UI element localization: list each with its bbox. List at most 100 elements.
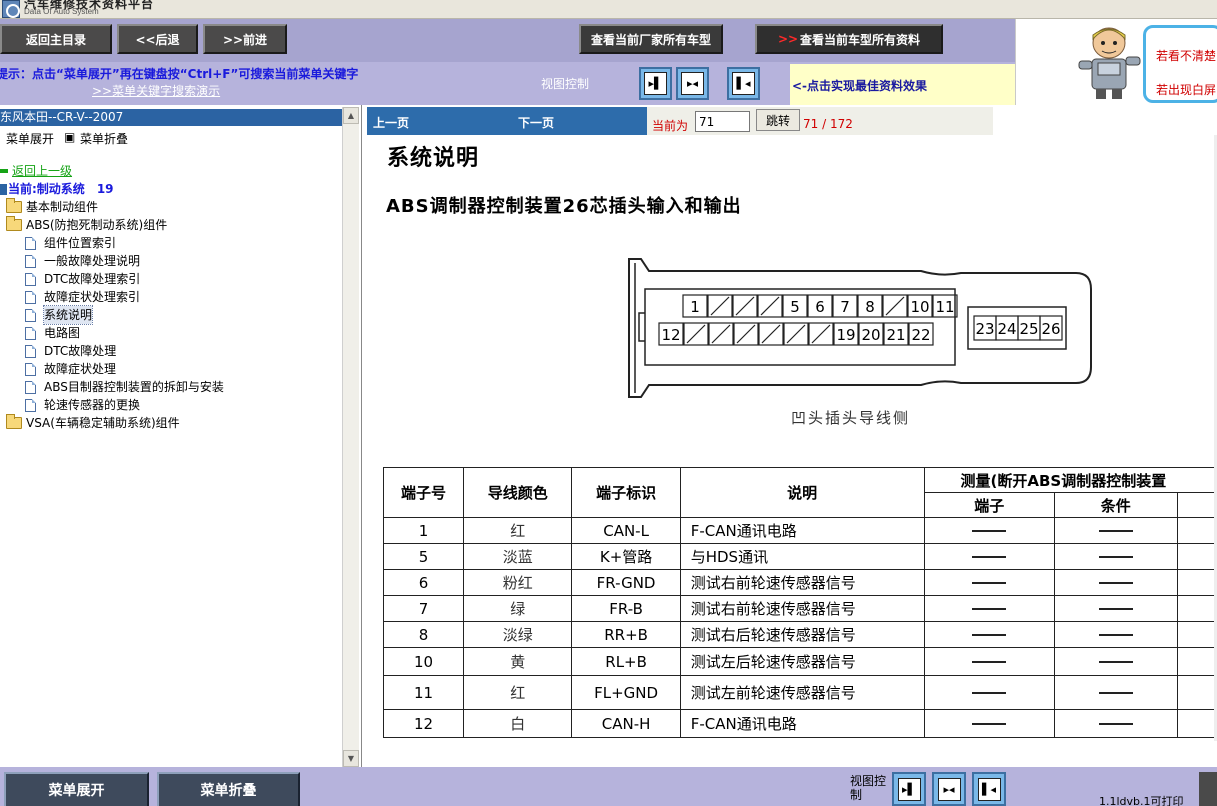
bottom-collapse-button[interactable]: 菜单折叠 xyxy=(157,772,300,806)
page-number-input[interactable] xyxy=(695,111,750,132)
cell-pin: 7 xyxy=(383,595,464,622)
sidebar-tree-item[interactable]: 电路图 xyxy=(25,324,80,342)
bottom-view-split-button[interactable]: ▸◂ xyxy=(932,772,966,806)
document-icon xyxy=(25,272,36,286)
cell-description: 测试右前轮速传感器信号 xyxy=(679,595,925,622)
jump-button[interactable]: 跳转 xyxy=(756,109,800,131)
all-vendor-models-button[interactable]: 查看当前厂家所有车型 xyxy=(579,24,723,54)
pin-table: 端子号 导线颜色 端子标识 说明 测量(断开ABS调制器控制装置 端子 条件 1… xyxy=(383,467,1217,738)
sidebar-tree-item[interactable]: 故障症状处理 xyxy=(25,360,116,378)
cell-measure xyxy=(923,569,1055,596)
bottom-view-expand-right-button[interactable]: ▸▌ xyxy=(892,772,926,806)
all-model-docs-button[interactable]: >> 查看当前车型所有资料 xyxy=(755,24,943,54)
table-row: 1 红 CAN-L F-CAN通讯电路 xyxy=(383,517,1217,544)
connector-pin-label: 24 xyxy=(997,320,1016,338)
sidebar-tree-item-label: 基本制动组件 xyxy=(26,200,99,214)
help-line-1: 若看不清楚 xyxy=(1156,49,1217,63)
cell-pin: 5 xyxy=(383,543,464,570)
cell-description: F-CAN通讯电路 xyxy=(679,517,925,544)
dash-mark xyxy=(972,692,1007,694)
info-row: 提示：点击“菜单展开”再在键盘按“Ctrl+F”可搜索当前菜单关键字 >>菜单关… xyxy=(0,62,1015,105)
bottom-bar: 菜单展开 菜单折叠 视图控制 ▸▌ ▸◂ ▌◂ 1.1ldvb.1可打印 xyxy=(0,767,1217,806)
connector-empty-slot xyxy=(710,296,730,316)
home-button[interactable]: 返回主目录 xyxy=(0,24,112,54)
cell-measure xyxy=(923,675,1055,710)
dash-mark xyxy=(972,661,1007,663)
help-panel: 若看不清楚 若出现白屏 xyxy=(1015,19,1217,105)
table-row: 7 绿 FR-B 测试右前轮速传感器信号 xyxy=(383,595,1217,622)
sidebar-collapse-icon: ▣ xyxy=(64,130,76,144)
connector-pin-label: 23 xyxy=(975,320,994,338)
cell-wire-color: 黄 xyxy=(462,647,573,676)
sidebar-tree-item[interactable]: 系统说明 xyxy=(25,305,94,325)
sidebar-tree-item[interactable]: 轮速传感器的更换 xyxy=(25,396,140,414)
th-pin-id: 端子标识 xyxy=(571,467,681,518)
connector-pin-label: 12 xyxy=(661,326,680,344)
connector-pin-label: 5 xyxy=(790,298,800,316)
back-up-label: 返回上一级 xyxy=(12,164,73,178)
cell-wire-color: 绿 xyxy=(462,595,573,622)
bottom-expand-button[interactable]: 菜单展开 xyxy=(4,772,149,806)
cell-measure xyxy=(923,543,1055,570)
cell-wire-color: 红 xyxy=(462,675,573,710)
sidebar-tree-item[interactable]: 组件位置索引 xyxy=(25,234,116,252)
connector-pin-label: 25 xyxy=(1019,320,1038,338)
back-button[interactable]: <<后退 xyxy=(117,24,198,54)
cell-pin-id: K+管路 xyxy=(571,543,681,570)
sidebar-tree-item[interactable]: ABS目制器控制装置的拆卸与安装 xyxy=(25,378,224,396)
sidebar-collapse-link[interactable]: 菜单折叠 xyxy=(80,130,128,147)
view-control-label: 视图控制 xyxy=(541,77,590,91)
sidebar-tree-item-label: 故障症状处理索引 xyxy=(44,290,141,304)
cell-measure xyxy=(1053,675,1178,710)
sidebar-tree-item-label: 故障症状处理 xyxy=(44,362,117,376)
split-arrows-icon: ▸◂ xyxy=(937,777,961,801)
dash-mark xyxy=(972,582,1007,584)
view-expand-right-button[interactable]: ▸▌ xyxy=(639,67,672,100)
document-page: 系统说明 ABS调制器控制装置26芯插头输入和输出 1 5 6 7 8 10 11 12 19… xyxy=(381,135,1217,741)
scroll-up-icon[interactable]: ▲ xyxy=(343,107,359,124)
search-demo-link[interactable]: >>菜单关键字搜索演示 xyxy=(92,82,220,99)
help-hint-box[interactable]: 若看不清楚 若出现白屏 xyxy=(1143,25,1217,103)
th-wire-color: 导线颜色 xyxy=(462,467,573,518)
sidebar-tree-item-label: DTC故障处理索引 xyxy=(44,272,141,286)
sidebar-tree-item[interactable]: 基本制动组件 xyxy=(6,198,98,216)
sidebar-tree-item[interactable]: DTC故障处理 xyxy=(25,342,116,360)
bottom-view-expand-left-button[interactable]: ▌◂ xyxy=(972,772,1006,806)
next-page-link[interactable]: 下一页 xyxy=(518,114,554,131)
connector-pin-label: 10 xyxy=(910,298,929,316)
sidebar-scrollbar[interactable]: ▲ ▼ xyxy=(342,107,359,767)
pin-table-body: 1 红 CAN-L F-CAN通讯电路 5 淡蓝 K+管路 与HDS通讯 6 粉红 FR-GND 测试… xyxy=(383,517,1217,738)
connector-empty-slot xyxy=(736,324,756,344)
cell-measure xyxy=(923,517,1055,544)
scroll-down-icon[interactable]: ▼ xyxy=(343,750,359,767)
cell-pin-id: CAN-L xyxy=(571,517,681,544)
sidebar-tree-item[interactable]: VSA(车辆稳定辅助系统)组件 xyxy=(6,414,180,432)
cell-pin: 6 xyxy=(383,569,464,596)
dash-mark xyxy=(1098,530,1133,532)
dash-mark xyxy=(972,723,1007,725)
current-category: 当前:制动系统 19 xyxy=(0,180,114,198)
sidebar-tree-item[interactable]: 故障症状处理索引 xyxy=(25,288,140,306)
sidebar-tree-item[interactable]: DTC故障处理索引 xyxy=(25,270,140,288)
connector-top-row: 1 5 6 7 8 10 11 xyxy=(682,294,958,318)
back-up-level[interactable]: 返回上一级 xyxy=(0,162,72,180)
view-expand-left-button[interactable]: ▌◂ xyxy=(727,67,760,100)
cell-pin-id: FL+GND xyxy=(571,675,681,710)
connector-pin-label: 7 xyxy=(840,298,850,316)
arrow-left-icon: ▌◂ xyxy=(977,777,1001,801)
connector-aux-row: 23 24 25 26 xyxy=(973,315,1063,341)
current-category-count: 19 xyxy=(96,182,114,196)
sidebar-tree-item[interactable]: 一般故障处理说明 xyxy=(25,252,140,270)
mechanic-mascot-icon xyxy=(1078,27,1141,99)
content-panel: 上一页 下一页 当前为 跳转 71 / 172 系统说明 ABS调制器控制装置2… xyxy=(367,105,1217,767)
sidebar-expand-link[interactable]: 菜单展开 xyxy=(6,130,54,147)
folder-icon xyxy=(6,198,22,213)
view-split-button[interactable]: ▸◂ xyxy=(676,67,709,100)
connector-empty-slot xyxy=(760,296,780,316)
table-row: 5 淡蓝 K+管路 与HDS通讯 xyxy=(383,543,1217,570)
prev-page-link[interactable]: 上一页 xyxy=(373,114,409,131)
dash-mark xyxy=(1098,608,1133,610)
th-measure-condition: 条件 xyxy=(1053,492,1178,518)
forward-button[interactable]: >>前进 xyxy=(203,24,287,54)
sidebar-tree-item[interactable]: ABS(防抱死制动系统)组件 xyxy=(6,216,167,234)
